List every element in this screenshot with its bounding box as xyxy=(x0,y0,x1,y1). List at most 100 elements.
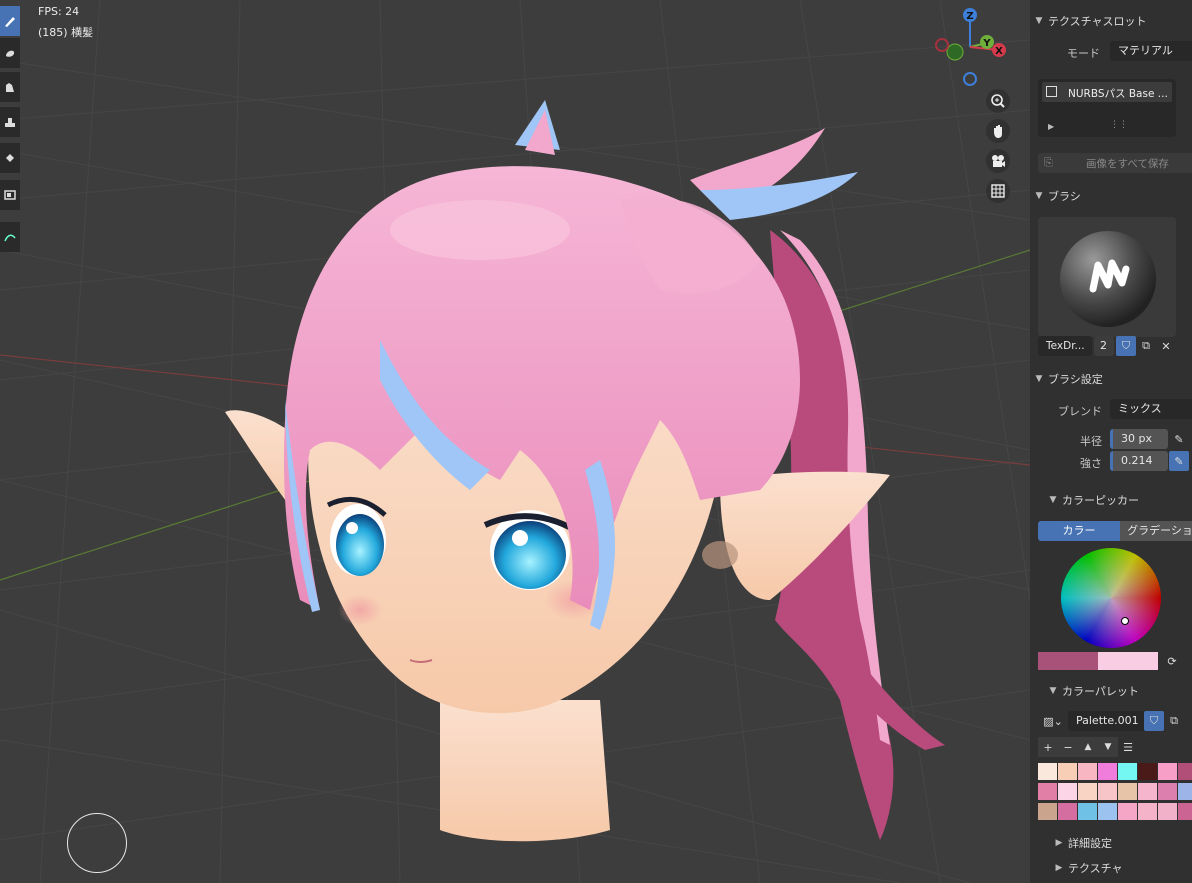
secondary-color-swatch[interactable] xyxy=(1098,652,1158,670)
pressure-pen-icon[interactable]: ✎ xyxy=(1169,429,1189,449)
texture-slot-item[interactable]: NURBSパス Base ... xyxy=(1042,82,1172,102)
palette-swatch[interactable] xyxy=(1178,783,1192,800)
palette-swatch[interactable] xyxy=(1178,803,1192,820)
3d-viewport[interactable]: FPS: 24 (185) 横髪 Z Y X xyxy=(0,0,1030,883)
move-up-icon[interactable]: ▲ xyxy=(1078,737,1098,757)
brush-sphere-icon xyxy=(1060,231,1156,327)
mask-icon[interactable] xyxy=(0,180,20,210)
palette-swatch[interactable] xyxy=(1138,763,1157,780)
fake-user-shield-icon[interactable]: ⛉ xyxy=(1116,336,1136,356)
palette-swatch[interactable] xyxy=(1038,803,1057,820)
primary-color-swatch[interactable] xyxy=(1038,652,1098,670)
sort-icon[interactable]: ☰ xyxy=(1118,737,1138,757)
radius-field[interactable]: 30 px xyxy=(1110,429,1168,449)
image-icon xyxy=(1046,86,1057,97)
strength-label: 強さ xyxy=(1080,457,1102,470)
palette-swatch[interactable] xyxy=(1178,763,1192,780)
palette-swatch[interactable] xyxy=(1118,763,1137,780)
clone-icon[interactable] xyxy=(0,107,20,137)
save-icon: ⎘ xyxy=(1044,156,1053,169)
palette-swatch[interactable] xyxy=(1118,783,1137,800)
navigation-gizmo[interactable]: Z Y X xyxy=(930,5,1010,90)
gizmo-z-label: Z xyxy=(966,11,973,22)
palette-swatch[interactable] xyxy=(1138,783,1157,800)
grid-icon[interactable] xyxy=(986,179,1010,203)
chevron-down-icon: ▼ xyxy=(1035,16,1043,26)
color-tabs: カラー グラデーショ xyxy=(1038,521,1192,541)
blend-dropdown[interactable]: ミックス xyxy=(1110,399,1192,419)
pan-hand-icon[interactable] xyxy=(986,119,1010,143)
blend-label: ブレンド xyxy=(1058,405,1102,418)
color-palette-header[interactable]: ▼ カラーパレット xyxy=(1044,680,1192,702)
save-all-label: 画像をすべて保存 xyxy=(1086,158,1169,170)
expand-icon[interactable]: ▶ xyxy=(1048,122,1054,131)
palette-swatch[interactable] xyxy=(1078,783,1097,800)
soften-icon[interactable] xyxy=(0,38,20,68)
palette-swatch[interactable] xyxy=(1078,803,1097,820)
palette-name-field[interactable]: Palette.001 xyxy=(1068,711,1152,731)
resize-handle-icon[interactable]: ⋮⋮ xyxy=(1110,120,1128,130)
chevron-right-icon: ▶ xyxy=(1055,838,1063,848)
palette-swatch[interactable] xyxy=(1158,803,1177,820)
brush-preview[interactable] xyxy=(1038,217,1176,337)
swap-colors-icon[interactable]: ⟳ xyxy=(1162,651,1182,671)
palette-swatch[interactable] xyxy=(1058,763,1077,780)
palette-swatch[interactable] xyxy=(1118,803,1137,820)
move-down-icon[interactable]: ▼ xyxy=(1098,737,1118,757)
fps-readout: FPS: 24 xyxy=(38,5,80,18)
section-title: 詳細設定 xyxy=(1068,837,1112,850)
palette-swatch[interactable] xyxy=(1098,763,1117,780)
brush-settings-header[interactable]: ▼ ブラシ設定 xyxy=(1030,368,1192,390)
brush-header[interactable]: ▼ ブラシ xyxy=(1030,185,1192,207)
palette-swatch[interactable] xyxy=(1158,783,1177,800)
texture-header[interactable]: ▶ テクスチャ xyxy=(1050,857,1192,879)
tab-color[interactable]: カラー xyxy=(1038,521,1120,541)
duplicate-icon[interactable]: ⧉ xyxy=(1136,336,1156,356)
color-picker-header[interactable]: ▼ カラーピッカー xyxy=(1044,489,1192,511)
draw-brush-icon[interactable] xyxy=(0,6,20,36)
remove-color-icon[interactable]: − xyxy=(1058,737,1078,757)
section-title: テクスチャスロット xyxy=(1048,15,1147,28)
texture-slot-list[interactable]: NURBSパス Base ... ▶ ⋮⋮ xyxy=(1038,79,1176,137)
palette-swatch[interactable] xyxy=(1158,763,1177,780)
strength-field[interactable]: 0.214 xyxy=(1110,451,1168,471)
tab-gradient[interactable]: グラデーショ xyxy=(1120,521,1192,541)
chevron-right-icon: ▶ xyxy=(1055,863,1063,873)
color-wheel-cursor[interactable] xyxy=(1121,617,1129,625)
color-wheel[interactable] xyxy=(1061,548,1161,648)
brush-name-field[interactable]: TexDr... xyxy=(1038,336,1092,356)
gizmo-y-label: Y xyxy=(982,38,991,49)
mode-dropdown[interactable]: マテリアル xyxy=(1110,41,1192,61)
mode-label: モード xyxy=(1067,47,1100,60)
add-color-icon[interactable]: + xyxy=(1038,737,1058,757)
camera-icon[interactable] xyxy=(986,149,1010,173)
palette-swatch[interactable] xyxy=(1058,803,1077,820)
neck xyxy=(440,700,610,842)
zoom-icon[interactable] xyxy=(986,89,1010,113)
palette-swatch[interactable] xyxy=(1038,783,1057,800)
palette-swatch[interactable] xyxy=(1038,763,1057,780)
section-title: テクスチャ xyxy=(1068,862,1123,875)
smear-icon[interactable] xyxy=(0,72,20,102)
palette-browse-icon[interactable]: ▨⌄ xyxy=(1038,711,1068,731)
save-all-images-button[interactable]: ⎘ 画像をすべて保存 xyxy=(1038,153,1192,173)
brush-cursor xyxy=(67,813,127,873)
palette-swatch[interactable] xyxy=(1098,803,1117,820)
tool-shelf xyxy=(0,0,20,255)
palette-swatch[interactable] xyxy=(1078,763,1097,780)
advanced-settings-header[interactable]: ▶ 詳細設定 xyxy=(1050,832,1192,854)
chevron-down-icon: ▼ xyxy=(1049,495,1057,505)
texture-slots-header[interactable]: ▼ テクスチャスロット xyxy=(1030,10,1192,32)
palette-swatch[interactable] xyxy=(1058,783,1077,800)
viewport-canvas[interactable] xyxy=(0,0,1030,883)
fill-icon[interactable] xyxy=(0,143,20,173)
close-icon[interactable]: ✕ xyxy=(1156,336,1176,356)
annotate-icon[interactable] xyxy=(0,222,20,252)
brush-users-count: 2 xyxy=(1094,336,1114,356)
palette-swatch[interactable] xyxy=(1098,783,1117,800)
duplicate-icon[interactable]: ⧉ xyxy=(1164,711,1184,731)
object-info: (185) 横髪 xyxy=(38,26,94,39)
fake-user-shield-icon[interactable]: ⛉ xyxy=(1144,711,1164,731)
palette-swatch[interactable] xyxy=(1138,803,1157,820)
pressure-pen-icon[interactable]: ✎ xyxy=(1169,451,1189,471)
